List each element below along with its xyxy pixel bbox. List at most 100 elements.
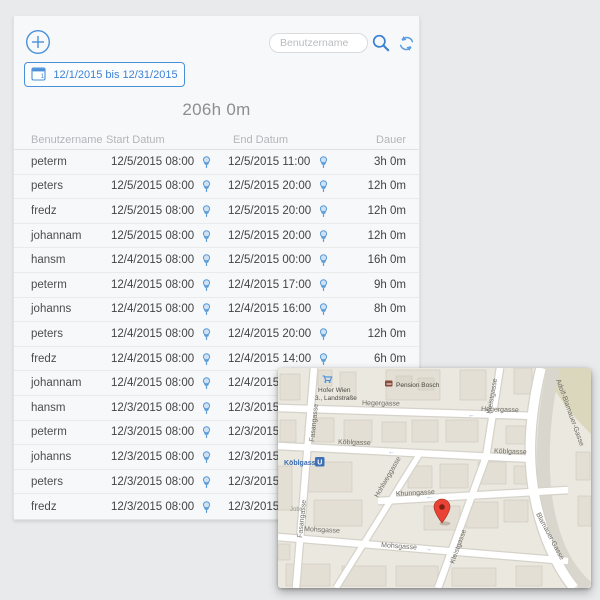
start-datetime-cell: 12/3/2015 08:00: [111, 451, 194, 463]
username-cell: peters: [31, 180, 63, 192]
duration-cell: 8h 0m: [374, 303, 406, 315]
refresh-icon: [397, 41, 416, 56]
pension-label: Pension Bosch: [396, 382, 440, 389]
username-cell: johanns: [31, 451, 71, 463]
duration-cell: 3h 0m: [374, 156, 406, 168]
username-cell: peterm: [31, 426, 67, 438]
supermarket-label: 3., Landstraße: [315, 395, 357, 402]
start-location-pin-icon[interactable]: [200, 180, 213, 193]
table-row[interactable]: johanns 12/4/2015 08:00 12/4/2015 16:00 …: [14, 298, 419, 323]
start-location-pin-icon[interactable]: [200, 254, 213, 267]
start-datetime-cell: 12/4/2015 08:00: [111, 303, 194, 315]
table-row[interactable]: peterm 12/4/2015 08:00 12/4/2015 17:00 9…: [14, 273, 419, 298]
table-row[interactable]: peters 12/4/2015 08:00 12/4/2015 20:00 1…: [14, 322, 419, 347]
refresh-button[interactable]: [396, 34, 416, 54]
end-datetime-cell: 12/5/2015 11:00: [228, 156, 310, 168]
street-label: Köblgasse: [494, 448, 527, 456]
username-cell: peters: [31, 476, 63, 488]
plus-icon: [25, 43, 51, 58]
username-cell: peterm: [31, 156, 67, 168]
start-datetime-cell: 12/3/2015 08:00: [111, 426, 194, 438]
start-location-pin-icon[interactable]: [200, 450, 213, 463]
table-row[interactable]: hansm 12/4/2015 08:00 12/5/2015 00:00 16…: [14, 248, 419, 273]
end-location-pin-icon[interactable]: [317, 303, 330, 316]
header-dauer: Dauer: [376, 134, 406, 146]
end-location-pin-icon[interactable]: [317, 254, 330, 267]
end-datetime-cell: 12/3/2015: [228, 476, 279, 488]
supermarket-label: Hofer Wien: [318, 387, 351, 394]
start-location-pin-icon[interactable]: [200, 155, 213, 168]
date-range-button[interactable]: 1 12/1/2015 bis 12/31/2015: [24, 62, 185, 87]
username-cell: hansm: [31, 402, 66, 414]
oneway-arrow-icon: →: [425, 546, 432, 553]
username-cell: johannam: [31, 377, 82, 389]
end-location-pin-icon[interactable]: [317, 204, 330, 217]
duration-cell: 12h 0m: [368, 230, 406, 242]
end-datetime-cell: 12/3/2015: [228, 402, 279, 414]
end-datetime-cell: 12/5/2015 20:00: [228, 180, 311, 192]
username-cell: fredz: [31, 353, 57, 365]
duration-cell: 12h 0m: [368, 180, 406, 192]
start-datetime-cell: 12/5/2015 08:00: [111, 156, 194, 168]
oneway-arrow-icon: ←: [426, 494, 433, 501]
start-datetime-cell: 12/5/2015 08:00: [111, 230, 194, 242]
end-location-pin-icon[interactable]: [317, 352, 330, 365]
end-datetime-cell: 12/3/2015: [228, 451, 279, 463]
start-location-pin-icon[interactable]: [200, 500, 213, 513]
start-location-pin-icon[interactable]: [200, 426, 213, 439]
search-icon: [371, 41, 391, 56]
start-location-pin-icon[interactable]: [200, 303, 213, 316]
end-datetime-cell: 12/4/2015: [228, 377, 279, 389]
username-cell: johanns: [31, 303, 71, 315]
search-button[interactable]: [371, 33, 391, 53]
table-row[interactable]: peters 12/5/2015 08:00 12/5/2015 20:00 1…: [14, 175, 419, 200]
header-end-datum: End Datum: [233, 134, 288, 146]
start-location-pin-icon[interactable]: [200, 204, 213, 217]
station-label: Köblgasse: [284, 460, 320, 467]
username-cell: fredz: [31, 205, 57, 217]
end-datetime-cell: 12/4/2015 20:00: [228, 328, 311, 340]
end-location-pin-icon[interactable]: [317, 155, 330, 168]
start-location-pin-icon[interactable]: [200, 401, 213, 414]
end-location-pin-icon[interactable]: [317, 180, 330, 193]
start-datetime-cell: 12/5/2015 08:00: [111, 205, 194, 217]
table-header: Benutzername Start Datum End Datum Dauer: [14, 134, 419, 150]
end-location-pin-icon[interactable]: [317, 229, 330, 242]
header-benutzername: Benutzername: [31, 134, 103, 146]
end-datetime-cell: 12/4/2015 17:00: [228, 279, 311, 291]
end-location-pin-icon[interactable]: [317, 278, 330, 291]
duration-cell: 6h 0m: [374, 353, 406, 365]
end-datetime-cell: 12/3/2015: [228, 501, 279, 513]
start-datetime-cell: 12/4/2015 08:00: [111, 328, 194, 340]
start-location-pin-icon[interactable]: [200, 327, 213, 340]
start-datetime-cell: 12/4/2015 08:00: [111, 353, 194, 365]
start-location-pin-icon[interactable]: [200, 278, 213, 291]
start-location-pin-icon[interactable]: [200, 377, 213, 390]
map-popup[interactable]: Hegergasse Hegergasse Köblgasse Köblgass…: [278, 368, 591, 588]
start-datetime-cell: 12/4/2015 08:00: [111, 279, 194, 291]
end-datetime-cell: 12/5/2015 00:00: [228, 254, 311, 266]
end-location-pin-icon[interactable]: [317, 327, 330, 340]
header-start-datum: Start Datum: [106, 134, 165, 146]
calendar-icon: 1: [31, 66, 46, 84]
start-datetime-cell: 12/3/2015 08:00: [111, 476, 194, 488]
table-row[interactable]: johannam 12/5/2015 08:00 12/5/2015 20:00…: [14, 224, 419, 249]
duration-cell: 12h 0m: [368, 205, 406, 217]
start-location-pin-icon[interactable]: [200, 352, 213, 365]
search-input[interactable]: [269, 33, 368, 53]
end-datetime-cell: 12/4/2015 16:00: [228, 303, 311, 315]
start-location-pin-icon[interactable]: [200, 475, 213, 488]
end-datetime-cell: 12/5/2015 20:00: [228, 230, 311, 242]
username-cell: peters: [31, 328, 63, 340]
duration-cell: 12h 0m: [368, 328, 406, 340]
jobs-label: Jobs: [290, 507, 303, 513]
start-location-pin-icon[interactable]: [200, 229, 213, 242]
duration-cell: 16h 0m: [368, 254, 406, 266]
oneway-arrow-icon: ↓: [490, 393, 494, 400]
table-row[interactable]: fredz 12/5/2015 08:00 12/5/2015 20:00 12…: [14, 199, 419, 224]
table-row[interactable]: peterm 12/5/2015 08:00 12/5/2015 11:00 3…: [14, 150, 419, 175]
svg-text:U: U: [317, 460, 322, 467]
street-label: Hegergasse: [362, 400, 400, 408]
total-duration: 206h 0m: [14, 100, 419, 120]
add-button[interactable]: [25, 29, 51, 55]
